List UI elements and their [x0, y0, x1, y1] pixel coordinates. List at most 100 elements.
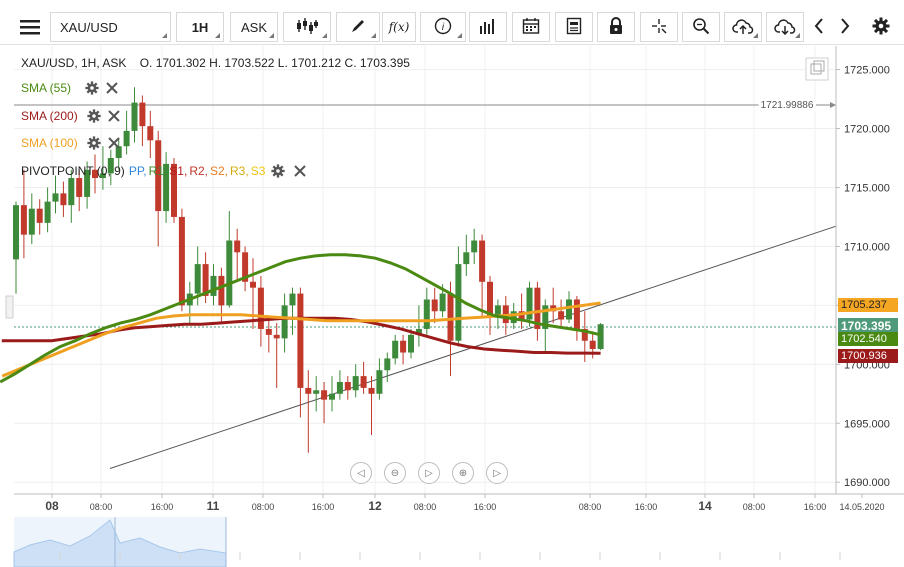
candle-body	[131, 102, 138, 131]
candle-body	[526, 287, 533, 320]
pivot-r3-label: R3,	[230, 164, 249, 178]
candle-body	[431, 299, 438, 312]
candle-body	[226, 240, 233, 306]
gear-icon[interactable]	[85, 81, 99, 95]
fit-button[interactable]: ▷	[418, 462, 440, 484]
candle-body	[455, 264, 462, 341]
gear-icon[interactable]	[87, 109, 101, 123]
time-axis-ticks: 08 08:00 16:00 11 08:00 16:00 12 08:00 16:00 08:0…	[45, 494, 885, 513]
x-tick-label: 08:00	[252, 502, 275, 512]
candle-body	[376, 370, 383, 394]
hline-label: 1721.99886	[761, 100, 814, 111]
candle-body	[234, 240, 241, 253]
sma200-label: SMA (200)	[21, 109, 78, 123]
sma200-price-tag: 1700.936	[838, 349, 898, 363]
x-tick-label: 14.05.2020	[839, 502, 884, 512]
candle-body	[566, 299, 572, 320]
x-tick-label: 12	[368, 499, 382, 513]
candle-body	[147, 126, 154, 141]
pivot-r1-label: R1,	[148, 164, 168, 178]
candle-body	[313, 390, 320, 394]
pivot-pp-label: PP,	[128, 164, 147, 178]
x-tick-label: 11	[207, 499, 220, 513]
sma100-label: SMA (100)	[21, 136, 78, 150]
pan-right-button[interactable]: ▷	[486, 462, 508, 484]
candle-body	[384, 358, 391, 371]
candle-body	[68, 178, 75, 206]
candle-body	[463, 252, 470, 265]
pivot-s2-label: S2,	[210, 164, 229, 178]
candle-body	[123, 130, 130, 147]
pivot-s1-label: S1,	[169, 164, 188, 178]
zoom-out-button[interactable]: ⊖	[384, 462, 406, 484]
sma55-legend[interactable]: SMA (55)	[21, 81, 119, 95]
close-icon[interactable]	[107, 136, 121, 150]
price-chart[interactable]: 1721.99886 1725.000 1720.000 1715.000 1710.…	[0, 0, 904, 567]
pivot-label: PIVOTPOINT (0, 9)	[21, 164, 125, 178]
candle-body	[597, 324, 604, 349]
close-icon[interactable]	[107, 109, 121, 123]
price-axis-ticks: 1725.0001720.0001715.0001710.0001705.000…	[836, 65, 890, 489]
triangle-right-icon: ▷	[493, 467, 501, 479]
candle-body	[60, 193, 67, 206]
candle-body	[194, 264, 201, 294]
x-tick-label: 08:00	[743, 502, 766, 512]
x-tick-label: 16:00	[312, 502, 335, 512]
zoom-in-button[interactable]: ⊕	[452, 462, 474, 484]
sma55-price-tag: 1702.540	[838, 332, 898, 346]
candle	[178, 208, 185, 312]
sma200-legend[interactable]: SMA (200)	[21, 109, 121, 123]
candle-body	[352, 376, 359, 391]
pivot-r2-label: R2,	[189, 164, 208, 178]
x-tick-label: 08:00	[414, 502, 437, 512]
close-icon[interactable]	[105, 81, 119, 95]
candle-body	[321, 390, 328, 400]
zoom-out-icon: ⊖	[390, 467, 400, 479]
candle-body	[218, 275, 225, 306]
sma100-price-tag: 1705.237	[838, 298, 898, 312]
close-icon[interactable]	[293, 164, 307, 178]
gear-icon[interactable]	[87, 136, 101, 150]
candle-body	[257, 287, 264, 329]
candle-body	[447, 293, 454, 341]
candle-body	[28, 208, 35, 235]
candle-body	[281, 305, 288, 339]
candle	[597, 323, 604, 351]
candle-body	[265, 328, 272, 335]
x-tick-label: 16:00	[635, 502, 658, 512]
candle-body	[305, 387, 312, 394]
y-tick-label: 1710.000	[844, 241, 890, 253]
candle-body	[479, 240, 486, 282]
y-tick-label: 1715.000	[844, 182, 890, 194]
fit-icon: ▷	[425, 467, 433, 479]
candle-body	[400, 340, 407, 353]
candle-body	[52, 193, 59, 202]
candle-body	[360, 376, 367, 388]
candle-body	[558, 311, 565, 320]
candle-body	[408, 334, 414, 353]
expand-icon[interactable]	[805, 57, 829, 81]
candle-body	[297, 293, 304, 388]
candle-body	[471, 240, 478, 253]
x-tick-label: 16:00	[474, 502, 497, 512]
y-tick-label: 1725.000	[844, 65, 890, 77]
sma55-label: SMA (55)	[21, 81, 72, 95]
candle-body	[368, 387, 375, 394]
pivot-legend[interactable]: PIVOTPOINT (0, 9) PP, R1, S1, R2, S2, R3…	[21, 164, 309, 178]
left-scroll-handle[interactable]	[5, 295, 14, 319]
candle-body	[273, 334, 280, 339]
x-tick-label: 16:00	[151, 502, 174, 512]
triangle-left-icon: ◁	[357, 467, 365, 479]
candle-body	[20, 205, 27, 235]
candle-body	[329, 393, 335, 400]
gear-icon[interactable]	[271, 164, 286, 178]
candle-body	[336, 382, 343, 394]
sma100-legend[interactable]: SMA (100)	[21, 136, 121, 150]
candle-body	[392, 340, 399, 359]
y-tick-label: 1690.000	[844, 477, 890, 489]
candle-body	[589, 340, 596, 349]
zoom-in-icon: ⊕	[458, 467, 468, 479]
candle-body	[439, 293, 446, 312]
y-tick-label: 1720.000	[844, 124, 890, 136]
pan-left-button[interactable]: ◁	[350, 462, 372, 484]
